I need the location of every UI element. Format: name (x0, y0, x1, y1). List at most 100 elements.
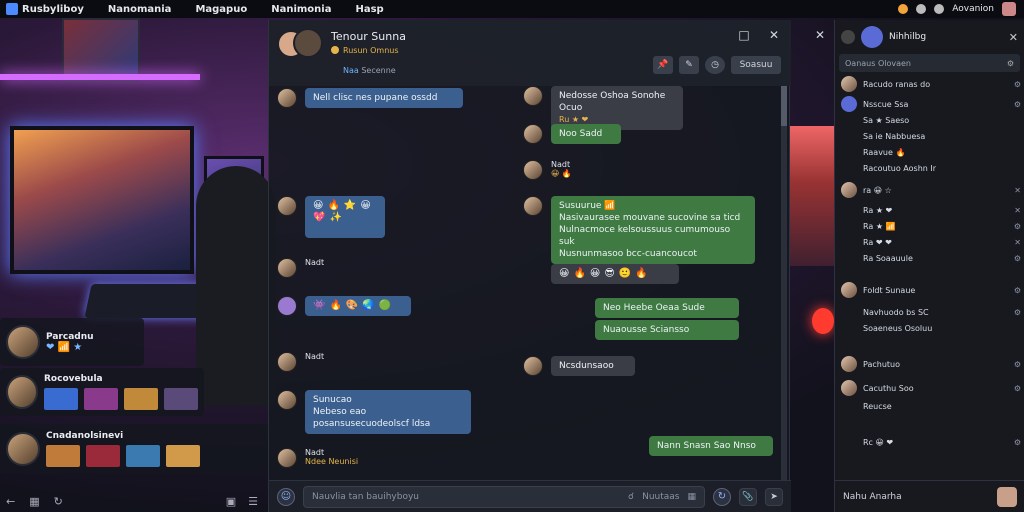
message-bubble[interactable]: Noo Sadd (551, 124, 621, 144)
refresh-icon[interactable]: ↻ (54, 495, 63, 508)
avatar (523, 196, 543, 216)
scrollbar-thumb[interactable] (781, 86, 787, 126)
message-bubble[interactable]: Nuaousse Sciansso (595, 320, 739, 340)
thumbnail[interactable] (46, 445, 80, 467)
row-action-icon[interactable]: ✕ (1014, 206, 1021, 215)
stream-card-1[interactable]: Parcadnu ❤ 📶 ★ (0, 318, 144, 366)
menu-icon[interactable]: ☰ (248, 495, 258, 508)
app-window: Rusbyliboy Nanomania Magapuo Nanimonia H… (0, 0, 1024, 512)
sidebar-row[interactable]: Sa ★ Saeso (841, 112, 1021, 128)
row-action-icon[interactable]: ⚙ (1014, 360, 1021, 369)
edit-icon[interactable]: ✎ (679, 56, 699, 74)
sidebar-row[interactable]: Rc 😀 ❤ ⚙ (841, 434, 1021, 450)
bottom-left-toolbar: ← ▦ ↻ ▣ ☰ (0, 490, 268, 512)
message-text: Nebeso eao posansusecuodeolscf ldsa (313, 407, 431, 429)
menu-item-3[interactable]: Magapuo (195, 4, 247, 15)
account-avatar[interactable] (1002, 2, 1016, 16)
attach-icon[interactable]: 📎 (739, 487, 757, 506)
sidebar-row-label: Nsscue Ssa (863, 99, 909, 109)
sidebar-row[interactable]: ra 😀 ☆ ✕ (841, 182, 1021, 198)
stream-card-2[interactable]: Rocovebula (0, 368, 204, 416)
settings-icon[interactable] (916, 4, 927, 14)
clock-icon[interactable]: ◷ (705, 56, 725, 74)
grid-icon[interactable]: ▦ (29, 495, 39, 508)
sidebar-row[interactable]: Soaeneus Osoluu (841, 320, 1021, 336)
close-button[interactable]: ✕ (767, 28, 781, 42)
sidebar-row[interactable]: Nsscue Ssa ⚙ (841, 96, 1021, 112)
sidebar-row[interactable]: Sa ie Nabbuesa (841, 128, 1021, 144)
gif-icon[interactable]: ▦ (687, 492, 696, 502)
message-bubble[interactable]: Nann Snasn Sao Nnso (649, 436, 773, 456)
sidebar-row[interactable]: Cacuthu Soo ⚙ (841, 380, 1021, 396)
message: Nadt 😀 🔥 (523, 160, 572, 180)
row-action-icon[interactable]: ⚙ (1014, 308, 1021, 317)
row-action-icon[interactable]: ✕ (1014, 186, 1021, 195)
stream-card-3[interactable]: Cnadanolsinevi (0, 424, 268, 474)
globe-icon[interactable] (934, 4, 945, 14)
row-action-icon[interactable]: ✕ (1014, 238, 1021, 247)
sidebar-row[interactable]: Ra ★ ❤ ✕ (841, 202, 1021, 218)
send-icon[interactable]: ➤ (765, 487, 783, 506)
row-action-icon[interactable]: ⚙ (1014, 80, 1021, 89)
pin-icon[interactable]: 📌 (653, 56, 673, 74)
sidebar-row[interactable]: Racoutuo Aoshn Ir (841, 160, 1021, 176)
search-actions-icon[interactable]: ⚙ (1007, 59, 1014, 68)
menu-item-1[interactable]: Rusbyliboy (22, 4, 84, 15)
emoji-bubble[interactable]: 👾 🔥 🎨 🌏 🟢 (305, 296, 411, 316)
emoji-row: 😀 🔥 ⭐ 😀 (313, 200, 371, 211)
message-bubble[interactable]: Sunucao Nebeso eao posansusecuodeolscf l… (305, 390, 471, 434)
thumbnail[interactable] (84, 388, 118, 410)
message-bubble[interactable]: Neo Heebe Oeaa Sude (595, 298, 739, 318)
notification-icon[interactable] (898, 4, 909, 14)
sidebar-row[interactable]: Ra Soaauule ⚙ (841, 250, 1021, 266)
thumbnail[interactable] (126, 445, 160, 467)
gear-icon[interactable] (841, 30, 855, 44)
row-action-icon[interactable]: ⚙ (1014, 100, 1021, 109)
account-name[interactable]: Aovanion (952, 4, 994, 14)
sidebar-search[interactable]: Oanaus Olovaen ⚙ (839, 54, 1020, 72)
row-action-icon[interactable]: ⚙ (1014, 222, 1021, 231)
sidebar-row[interactable]: Ra ❤ ❤ ✕ (841, 234, 1021, 250)
sidebar-row[interactable]: Raavue 🔥 (841, 144, 1021, 160)
sidebar-row[interactable]: Navhuodo bs SC ⚙ (841, 304, 1021, 320)
message-bubble[interactable]: Nell clisc nes pupane ossdd (305, 88, 463, 108)
avatar[interactable] (997, 486, 1017, 507)
thumbnail[interactable] (44, 388, 78, 410)
row-action-icon[interactable]: ⚙ (1014, 384, 1021, 393)
outer-close-button[interactable]: ✕ (815, 28, 825, 42)
sidebar-row[interactable]: Ra ★ 📶 ⚙ (841, 218, 1021, 234)
row-action-icon[interactable]: ⚙ (1014, 286, 1021, 295)
search-icon[interactable]: ☌ (628, 492, 634, 502)
emoji-bubble[interactable]: 😀 🔥 ⭐ 😀 💖 ✨ (305, 196, 385, 238)
thumbnail[interactable] (86, 445, 120, 467)
thumbnail[interactable] (166, 445, 200, 467)
menu-item-2[interactable]: Nanomania (108, 4, 172, 15)
row-action-icon[interactable]: ⚙ (1014, 254, 1021, 263)
avatar[interactable] (861, 26, 883, 48)
menu-item-4[interactable]: Nanimonia (271, 4, 331, 15)
card-thumbnails (44, 388, 198, 410)
close-icon[interactable]: ✕ (1009, 31, 1018, 44)
thumbnail[interactable] (124, 388, 158, 410)
menu-item-5[interactable]: Hasp (355, 4, 383, 15)
refresh-icon[interactable]: ↻ (713, 487, 731, 506)
emoji-picker-icon[interactable]: ☺ (277, 487, 295, 506)
sidebar-row[interactable]: Foldt Sunaue ⚙ (841, 282, 1021, 298)
back-icon[interactable]: ← (6, 495, 15, 508)
sidebar-row[interactable]: Pachutuo ⚙ (841, 356, 1021, 372)
chat-scrollbar[interactable] (781, 86, 787, 496)
toolbar-action-button[interactable]: Soasuu (731, 56, 781, 74)
message-bubble[interactable]: Susuurue 📶 Nasivaurasee mouvane sucovine… (551, 196, 755, 264)
sidebar-row[interactable]: Reucse (841, 398, 1021, 414)
maximize-button[interactable]: □ (737, 28, 751, 42)
thumbnail[interactable] (164, 388, 198, 410)
message-input[interactable]: Nauvlia tan bauihyboyu ☌ Nuutaas ▦ (303, 485, 705, 508)
emoji-reaction-bubble[interactable]: 😀 🔥 😀 😎 🙂 🔥 (551, 264, 679, 284)
chat-avatars[interactable] (277, 28, 323, 64)
row-action-icon[interactable]: ⚙ (1014, 438, 1021, 447)
message-bubble[interactable]: Ncsdunsaoo (551, 356, 635, 376)
sidebar-row[interactable]: Racudo ranas do ⚙ (841, 76, 1021, 92)
emoji-row: 💖 ✨ (313, 212, 342, 223)
layout-icon[interactable]: ▣ (226, 495, 236, 508)
message-meta: 😀 🔥 (551, 169, 572, 178)
